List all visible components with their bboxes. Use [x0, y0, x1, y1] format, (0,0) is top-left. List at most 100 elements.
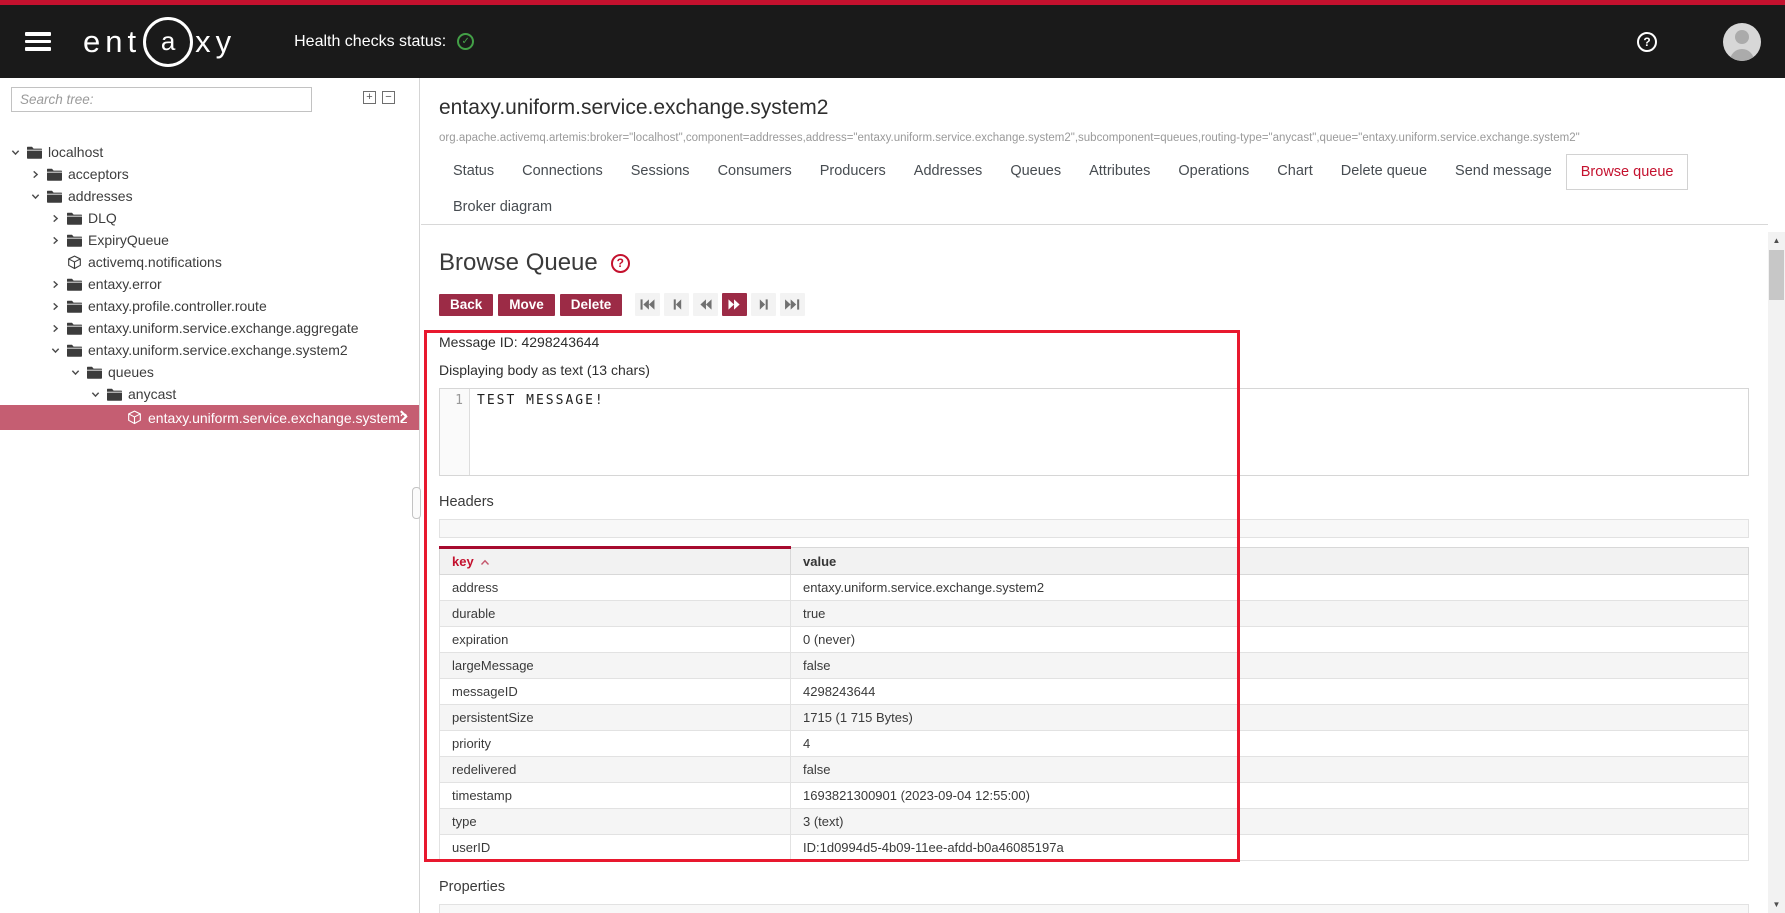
- headers-section-label: Headers: [439, 494, 1785, 510]
- header-row-messageid: messageID4298243644: [440, 679, 1749, 705]
- mbean-tree: localhost acceptors addresses DLQExpiryQueu…: [0, 141, 419, 430]
- browse-queue-panel: Browse Queue BackMoveDelete Message ID: …: [421, 249, 1785, 913]
- editor-line-number: 1: [440, 389, 470, 475]
- tree-item-label: acceptors: [68, 166, 129, 182]
- first-page-button[interactable]: [635, 293, 660, 316]
- cube-icon: [67, 255, 82, 270]
- logo-circle: a: [143, 17, 193, 67]
- next-page-button[interactable]: [751, 293, 776, 316]
- tab-sessions[interactable]: Sessions: [617, 154, 704, 190]
- expand-all-icon[interactable]: +: [363, 91, 376, 104]
- tab-consumers[interactable]: Consumers: [704, 154, 806, 190]
- tree-item-dlq[interactable]: DLQ: [0, 207, 419, 229]
- chevron-down-icon[interactable]: [11, 148, 27, 157]
- chevron-right-icon[interactable]: [51, 280, 67, 289]
- tab-connections[interactable]: Connections: [508, 154, 617, 190]
- tree-item-queues[interactable]: queues: [0, 361, 419, 383]
- tab-attributes[interactable]: Attributes: [1075, 154, 1164, 190]
- scrollbar-thumb[interactable]: [1769, 250, 1784, 300]
- chevron-down-icon[interactable]: [51, 346, 67, 355]
- browse-queue-help-icon[interactable]: [611, 254, 630, 273]
- move-button[interactable]: Move: [498, 294, 555, 316]
- search-tree-input[interactable]: [11, 87, 312, 112]
- tree-item-label: entaxy.profile.controller.route: [88, 298, 267, 314]
- tab-operations[interactable]: Operations: [1164, 154, 1263, 190]
- headers-table-body: addressentaxy.uniform.service.exchange.s…: [440, 575, 1749, 861]
- tab-producers[interactable]: Producers: [806, 154, 900, 190]
- main-scrollbar[interactable]: ▲ ▼: [1768, 232, 1785, 913]
- help-icon[interactable]: [1637, 32, 1657, 52]
- tree-item-acceptors[interactable]: acceptors: [0, 163, 419, 185]
- sidebar-resize-handle[interactable]: [412, 487, 421, 519]
- scroll-down-arrow-icon[interactable]: ▼: [1768, 896, 1785, 913]
- user-avatar[interactable]: [1723, 23, 1761, 61]
- chevron-right-icon[interactable]: [51, 236, 67, 245]
- tab-status[interactable]: Status: [439, 154, 508, 190]
- tree-item-entaxy-error[interactable]: entaxy.error: [0, 273, 419, 295]
- chevron-right-icon[interactable]: [31, 170, 47, 179]
- tree-item-entaxy-uniform-service-exchange-aggregate[interactable]: entaxy.uniform.service.exchange.aggregat…: [0, 317, 419, 339]
- tree-item-label: anycast: [128, 386, 176, 402]
- tree-item-entaxy-uniform-service-exchange-system2[interactable]: entaxy.uniform.service.exchange.system2: [0, 405, 419, 430]
- header-value-cell: 0 (never): [791, 627, 1749, 653]
- previous-page-button[interactable]: [664, 293, 689, 316]
- tree-item-label: addresses: [68, 188, 133, 204]
- chevron-right-icon[interactable]: [398, 409, 409, 427]
- fast-forward-page-button[interactable]: [722, 293, 747, 316]
- tab-browse-queue[interactable]: Browse queue: [1566, 154, 1689, 190]
- folder-icon: [67, 344, 82, 357]
- menu-icon[interactable]: [25, 28, 51, 55]
- headers-column-value[interactable]: value: [791, 548, 1749, 575]
- health-ok-icon[interactable]: [457, 33, 474, 50]
- chevron-down-icon[interactable]: [71, 368, 87, 377]
- scroll-up-arrow-icon[interactable]: ▲: [1768, 232, 1785, 249]
- folder-icon: [67, 212, 82, 225]
- header-value-cell: 1693821300901 (2023-09-04 12:55:00): [791, 783, 1749, 809]
- folder-icon: [47, 168, 62, 181]
- chevron-right-icon[interactable]: [51, 324, 67, 333]
- header-row-largemessage: largeMessagefalse: [440, 653, 1749, 679]
- chevron-right-icon[interactable]: [51, 214, 67, 223]
- header-row-expiration: expiration0 (never): [440, 627, 1749, 653]
- tree-item-addresses[interactable]: addresses: [0, 185, 419, 207]
- chevron-right-icon[interactable]: [51, 302, 67, 311]
- delete-button[interactable]: Delete: [560, 294, 623, 316]
- tree-item-activemq-notifications[interactable]: activemq.notifications: [0, 251, 419, 273]
- message-id-line: Message ID: 4298243644: [439, 334, 1785, 350]
- page-title: entaxy.uniform.service.exchange.system2: [439, 96, 1785, 120]
- header-value-cell: false: [791, 653, 1749, 679]
- collapse-all-icon[interactable]: −: [382, 91, 395, 104]
- browse-toolbar: BackMoveDelete: [439, 293, 1785, 316]
- tab-bar: StatusConnectionsSessionsConsumersProduc…: [439, 154, 1769, 224]
- header-row-timestamp: timestamp1693821300901 (2023-09-04 12:55…: [440, 783, 1749, 809]
- header-value-cell: ID:1d0994d5-4b09-11ee-afdd-b0a46085197a: [791, 835, 1749, 861]
- browse-queue-heading: Browse Queue: [439, 249, 598, 277]
- rewind-page-button[interactable]: [693, 293, 718, 316]
- message-body-editor[interactable]: 1 TEST MESSAGE!: [439, 388, 1749, 476]
- tree-item-entaxy-profile-controller-route[interactable]: entaxy.profile.controller.route: [0, 295, 419, 317]
- last-page-button[interactable]: [780, 293, 805, 316]
- tree-item-entaxy-uniform-service-exchange-system2[interactable]: entaxy.uniform.service.exchange.system2: [0, 339, 419, 361]
- tab-broker-diagram[interactable]: Broker diagram: [439, 190, 566, 224]
- header-key-cell: persistentSize: [440, 705, 791, 731]
- tab-queues[interactable]: Queues: [996, 154, 1075, 190]
- tab-delete-queue[interactable]: Delete queue: [1327, 154, 1441, 190]
- tree-item-expiryqueue[interactable]: ExpiryQueue: [0, 229, 419, 251]
- action-buttons: BackMoveDelete: [439, 294, 622, 316]
- entaxy-logo[interactable]: ent a xy: [83, 17, 236, 67]
- back-button[interactable]: Back: [439, 294, 493, 316]
- folder-icon: [47, 190, 62, 203]
- chevron-down-icon[interactable]: [31, 192, 47, 201]
- header-value-cell: true: [791, 601, 1749, 627]
- tab-addresses[interactable]: Addresses: [900, 154, 997, 190]
- tab-chart[interactable]: Chart: [1263, 154, 1326, 190]
- tree-item-localhost[interactable]: localhost: [0, 141, 419, 163]
- chevron-down-icon[interactable]: [91, 390, 107, 399]
- editor-content[interactable]: TEST MESSAGE!: [470, 389, 1748, 475]
- tree-search-row: + −: [0, 78, 419, 112]
- top-header-bar: ent a xy Health checks status:: [0, 0, 1785, 78]
- tree-item-anycast[interactable]: anycast: [0, 383, 419, 405]
- tab-send-message[interactable]: Send message: [1441, 154, 1566, 190]
- header-value-cell: 3 (text): [791, 809, 1749, 835]
- headers-column-key[interactable]: key: [440, 548, 791, 575]
